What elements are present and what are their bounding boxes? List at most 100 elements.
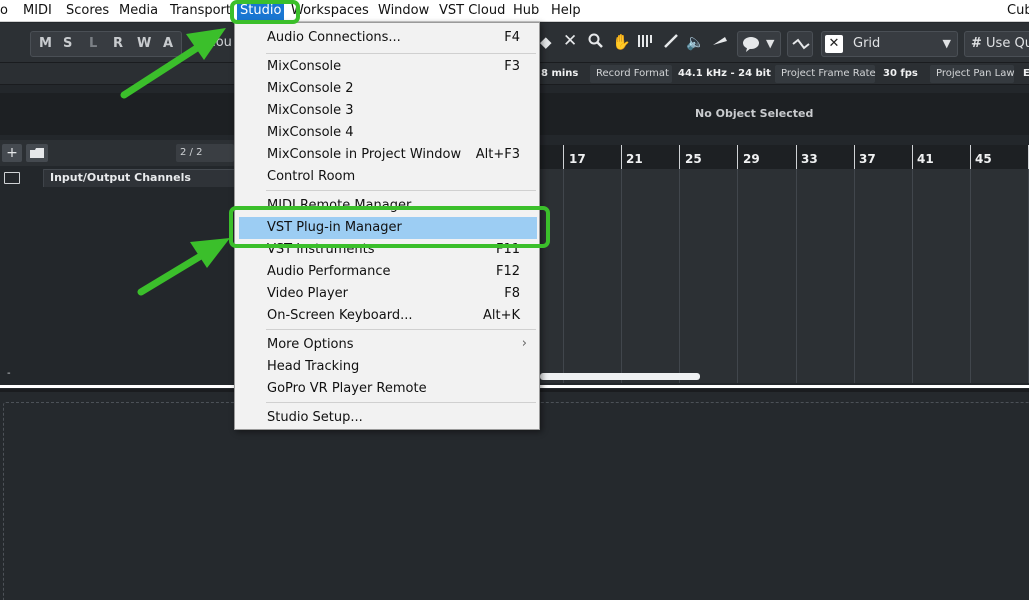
eraser-icon[interactable]: ◆ [540,33,552,51]
ruler-bar-number: 33 [801,152,818,166]
record-format-value[interactable]: 44.1 kHz - 24 bit [672,65,777,83]
ruler-bar-line [912,145,913,169]
menu-item-label: Video Player [267,286,349,301]
info-line-message: No Object Selected [695,107,814,120]
grid-line [796,169,797,383]
menu-item-head-tracking[interactable]: Head Tracking [235,356,539,378]
hand-icon[interactable]: ✋ [612,33,631,51]
menu-item-video-player[interactable]: Video Player F8 [235,283,539,305]
menu-item-label: Studio Setup... [267,410,363,425]
menu-hub[interactable]: Hub [513,3,539,19]
record-time-max[interactable]: 8 mins [535,65,584,83]
app-title: Cub [1007,3,1029,18]
mute-toggle[interactable]: M [39,36,52,51]
grid-snap-icon: ✕ [825,35,843,53]
hash-icon: # [971,36,982,51]
menu-item-shortcut: Alt+K [482,308,520,323]
speaker-icon[interactable]: 🔈 [686,33,705,51]
record-format-label[interactable]: Record Format [590,65,672,83]
folder-icon [4,172,20,184]
use-quantize-select[interactable]: # Use Qu [964,31,1029,57]
ruler-bar-number: 25 [685,152,702,166]
menu-item-more-options[interactable]: More Options › [235,334,539,356]
menu-item-label: MixConsole 4 [267,125,354,140]
automation-toggle[interactable]: A [163,36,173,51]
ruler-bar-number: 41 [917,152,934,166]
menu-item-gopro-vr-player-remote[interactable]: GoPro VR Player Remote [235,378,539,400]
read-toggle[interactable]: R [113,36,123,51]
menu-separator [266,190,536,191]
comp-icon[interactable] [711,33,729,53]
ruler-bar-line [679,145,680,169]
menu-item-label: Audio Performance [267,264,391,279]
menu-item-mixconsole-2[interactable]: MixConsole 2 [235,78,539,100]
menu-media[interactable]: Media [119,3,158,19]
frame-rate-label[interactable]: Project Frame Rate [775,65,876,83]
split-icon[interactable] [637,33,653,53]
menu-item-label: Audio Connections... [267,30,401,45]
state-buttons-group: M S L R W A [30,31,182,57]
frame-rate-value[interactable]: 30 fps [877,65,924,83]
menu-help[interactable]: Help [551,3,581,19]
solo-toggle[interactable]: S [63,36,72,51]
use-quantize-label: Use Qu [986,36,1029,51]
zoom-icon[interactable] [588,33,604,53]
add-track-folder-icon[interactable] [26,144,48,162]
horizontal-scrollbar[interactable] [540,373,700,380]
menu-item-mixconsole-3[interactable]: MixConsole 3 [235,100,539,122]
menu-bar: o MIDI Scores Media Transport Studio Wor… [0,0,1029,22]
menu-transport[interactable]: Transport [170,3,231,19]
menu-item-control-room[interactable]: Control Room [235,166,539,188]
menu-separator [266,329,536,330]
ruler-bar-number: 17 [569,152,586,166]
ruler-bar-line [737,145,738,169]
ruler-bar-line [970,145,971,169]
menu-separator [266,402,536,403]
grid-line [737,169,738,383]
snap-type-select[interactable]: ✕ Grid ▼ [821,31,958,57]
menu-item-on-screen-keyboard[interactable]: On-Screen Keyboard... Alt+K [235,305,539,327]
mute-x-icon[interactable]: ✕ [563,31,577,51]
write-toggle[interactable]: W [137,36,151,51]
ruler-bar-line [563,145,564,169]
menu-item-label: GoPro VR Player Remote [267,381,427,396]
menu-item-mixconsole[interactable]: MixConsole F3 [235,56,539,78]
ruler-bar-line [854,145,855,169]
menu-window[interactable]: Window [378,3,429,19]
ruler-bar-line [796,145,797,169]
track-count: 2 / 2 [176,144,234,162]
ruler-bar-number: 21 [626,152,643,166]
event-display[interactable] [540,169,1029,383]
chevron-right-icon: › [521,336,527,351]
menu-item-studio-setup[interactable]: Studio Setup... [235,407,539,429]
menu-item-label: More Options [267,337,354,352]
menu-file-fragment[interactable]: o [0,3,8,19]
menu-item-audio-connections[interactable]: Audio Connections... F4 [235,27,539,49]
ruler-bar-line [621,145,622,169]
menu-item-label: MixConsole in Project Window [267,147,462,162]
menu-item-shortcut: F8 [504,286,520,301]
snap-icon[interactable] [787,31,813,57]
menu-item-mixconsole-4[interactable]: MixConsole 4 [235,122,539,144]
menu-workspaces[interactable]: Workspaces [291,3,369,19]
listen-toggle[interactable]: L [89,36,97,51]
automation-mode-select[interactable]: Tou [210,35,232,50]
pan-law-value[interactable]: E [1017,65,1029,83]
pan-law-label[interactable]: Project Pan Law [930,65,1015,83]
timeline-ruler[interactable]: 17 21 25 29 33 37 41 45 [540,145,1029,169]
menu-item-mixconsole-project-window[interactable]: MixConsole in Project Window Alt+F3 [235,144,539,166]
add-track-button[interactable]: + [2,144,22,162]
menu-scores[interactable]: Scores [66,3,109,19]
draw-icon[interactable] [663,33,679,53]
track-list-header: + 2 / 2 [0,140,240,166]
track-row[interactable]: Input/Output Channels [0,169,240,187]
menu-item-shortcut: F4 [504,30,520,45]
menu-midi[interactable]: MIDI [23,3,52,19]
lower-zone-drop-area[interactable] [3,402,1029,600]
menu-item-label: MixConsole 2 [267,81,354,96]
track-list-body [0,187,240,383]
grid-line [912,169,913,383]
chord-icon[interactable]: ▼ [737,31,781,57]
menu-vst-cloud[interactable]: VST Cloud [439,3,505,19]
menu-item-audio-performance[interactable]: Audio Performance F12 [235,261,539,283]
